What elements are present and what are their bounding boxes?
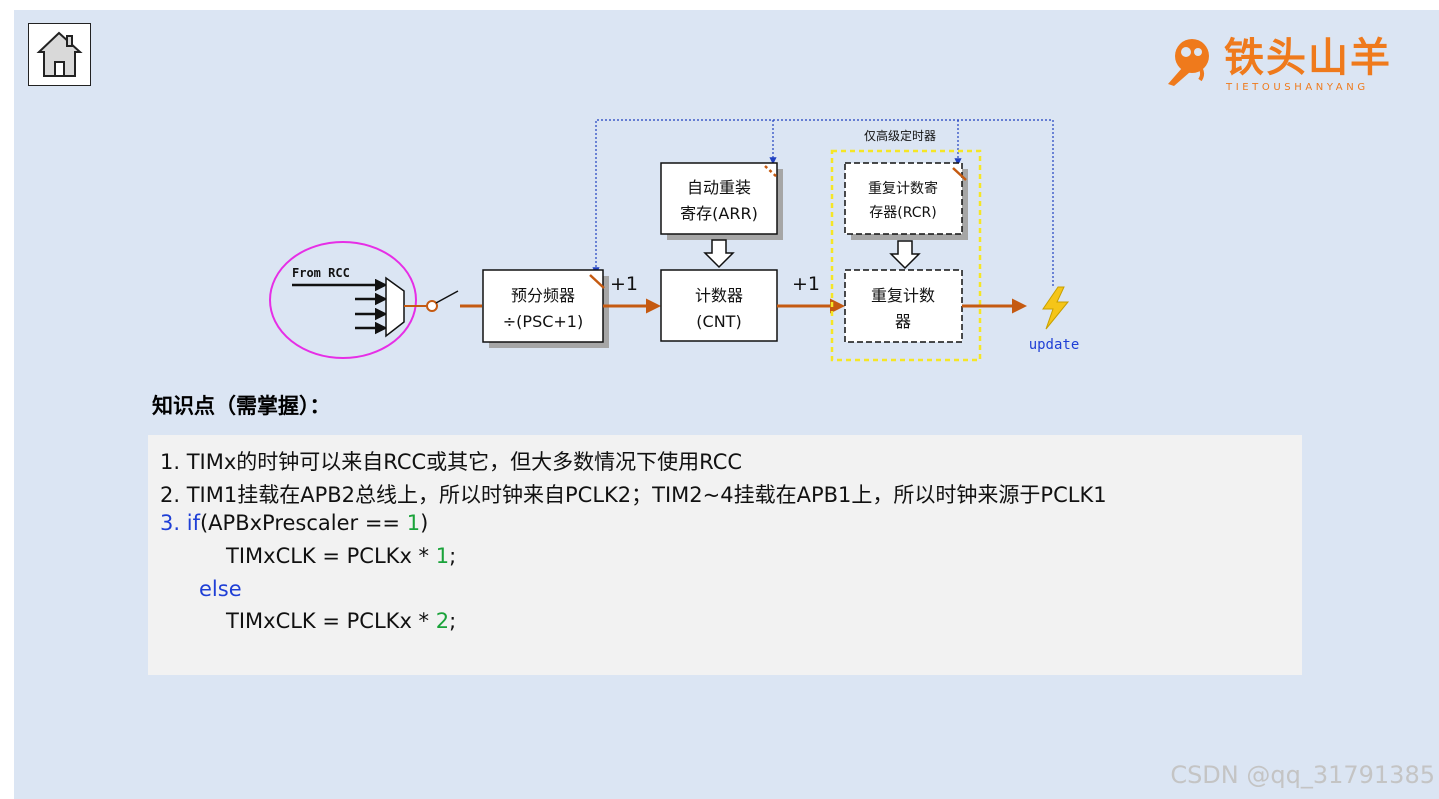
advanced-only-label: 仅高级定时器 [864,128,936,143]
line-3-literal: 1 [406,511,421,535]
knowledge-line-2: 2. TIM1挂载在APB2总线上，所以时钟来自PCLK2；TIM2~4挂载在A… [160,483,1107,507]
watermark: CSDN @qq_31791385 [1170,761,1435,789]
keyword-else: else [199,577,242,601]
rep-label-1: 重复计数 [871,286,935,305]
knowledge-box: 1. TIMx的时钟可以来自RCC或其它，但大多数情况下使用RCC 2. TIM… [148,435,1302,675]
rcr-label-2: 存器(RCR) [869,205,936,221]
prescaler-label-1: 预分频器 [511,286,575,305]
rcr-to-rep-arrow [889,240,921,270]
arr-label-1: 自动重装 [687,178,751,197]
knowledge-line-6: TIMxCLK = PCLKx * 2; [226,609,456,633]
line-6-expr: TIMxCLK = PCLKx * [226,609,436,633]
clock-mux [385,276,405,338]
line-4-literal: 1 [435,544,450,568]
knowledge-title: 知识点（需掌握）： [152,393,331,418]
line-3-condition: (APBxPrescaler == [199,511,407,535]
knowledge-line-1: 1. TIMx的时钟可以来自RCC或其它，但大多数情况下使用RCC [160,450,743,474]
knowledge-line-3: 3. if(APBxPrescaler == 1) [160,511,428,535]
arr-label-2: 寄存(ARR) [680,204,758,223]
prescaler-label-2: ÷(PSC+1) [503,312,583,331]
counter-label-2: (CNT) [696,312,741,331]
update-label: update [1029,337,1080,353]
plus-one-label-b: +1 [792,273,820,295]
repetition-counter-box [844,269,963,343]
lightning-icon [1042,286,1070,330]
line-3-close: ) [420,511,429,535]
line-6-end: ; [449,609,457,633]
from-rcc-label: From RCC [292,266,350,280]
rcr-box [844,162,963,235]
line-4-expr: TIMxCLK = PCLKx * [226,544,436,568]
rep-label-2: 器 [895,312,911,331]
knowledge-line-5: else [199,577,242,601]
line-6-literal: 2 [435,609,450,633]
arr-box [660,162,778,235]
line-3-number: 3. [160,511,181,535]
keyword-if: if [186,511,200,535]
arr-to-cnt-arrow [703,239,735,269]
rcr-label-1: 重复计数寄 [868,180,938,197]
plus-one-label-a: +1 [610,273,638,295]
rcc-input-arrows [292,278,388,335]
counter-label-1: 计数器 [695,286,743,305]
prescaler-box [482,269,604,343]
knowledge-line-4: TIMxCLK = PCLKx * 1; [226,544,456,568]
line-4-end: ; [449,544,457,568]
